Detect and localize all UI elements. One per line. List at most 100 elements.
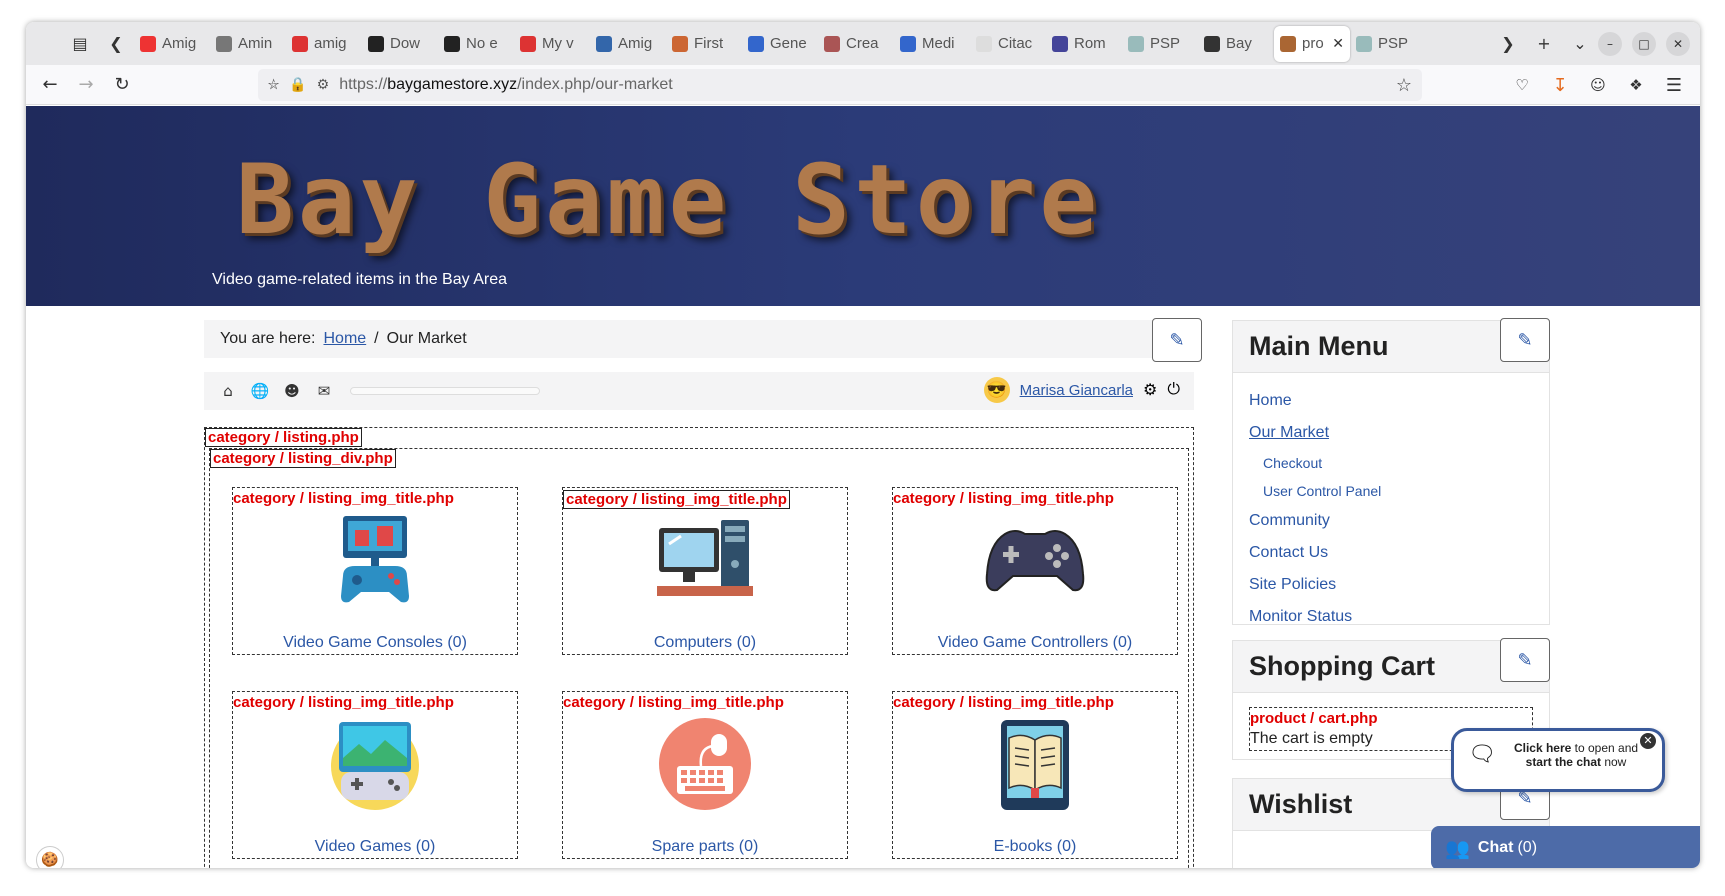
tab-close-icon[interactable]: ✕ bbox=[1332, 35, 1344, 52]
menu-item-community[interactable]: Community bbox=[1249, 505, 1533, 537]
maximize-icon[interactable]: □ bbox=[1632, 31, 1656, 56]
menu-item-monitor-status[interactable]: Monitor Status bbox=[1249, 601, 1533, 633]
browser-tab-active[interactable]: pro ✕ bbox=[1274, 25, 1350, 62]
browser-tab[interactable]: First bbox=[666, 26, 742, 62]
user-name-link[interactable]: Marisa Giancarla bbox=[1020, 382, 1133, 399]
scroll-tabs-right-icon[interactable]: ❯ bbox=[1490, 26, 1526, 62]
settings-gear-icon[interactable]: ⚙ bbox=[1143, 380, 1157, 400]
chat-bubble-icon: 🗨 bbox=[1468, 741, 1496, 766]
profile-avatar-icon[interactable]: ☺ bbox=[1580, 67, 1616, 103]
breadcrumb-separator: / bbox=[374, 330, 379, 347]
tab-favicon-icon bbox=[1280, 35, 1296, 52]
handheld-game-icon[interactable] bbox=[325, 718, 425, 810]
menu-item-checkout[interactable]: Checkout bbox=[1249, 449, 1533, 477]
browser-tab[interactable]: amig bbox=[286, 26, 362, 62]
category-title-link[interactable]: E-books (0) bbox=[893, 838, 1177, 856]
menu-item-contact-us[interactable]: Contact Us bbox=[1249, 537, 1533, 569]
downloads-icon[interactable]: ↧ bbox=[1542, 67, 1578, 103]
url-text[interactable]: https://baygamestore.xyz/index.php/our-m… bbox=[339, 76, 673, 94]
browser-tab[interactable]: Bay bbox=[1198, 26, 1274, 62]
menu-item-our-market[interactable]: Our Market bbox=[1249, 417, 1533, 449]
tab-bar: ▤ ❮ Amig Amin amig Dow No e My v Amig First Gene… bbox=[26, 22, 1700, 65]
chat-bubble-line1: Click here to open and bbox=[1513, 741, 1639, 755]
debug-label-card: category / listing_img_title.php bbox=[893, 694, 1114, 711]
category-title-link[interactable]: Video Games (0) bbox=[233, 838, 517, 856]
category-title-link[interactable]: Video Game Consoles (0) bbox=[233, 634, 517, 652]
chat-bubble-close-icon[interactable]: ✕ bbox=[1640, 733, 1656, 749]
user-avatar[interactable]: 😎 bbox=[983, 377, 1010, 403]
console-icon[interactable] bbox=[325, 514, 425, 606]
cookie-settings-icon[interactable]: 🍪 bbox=[36, 846, 64, 868]
category-card[interactable]: category / listing_img_title.php Video G… bbox=[232, 691, 518, 859]
category-card[interactable]: category / listing_img_title.php Spare p… bbox=[562, 691, 848, 859]
mail-icon[interactable]: ✉ bbox=[308, 382, 340, 400]
edit-icon: ✎ bbox=[1517, 329, 1533, 351]
lock-icon[interactable]: 🔒 bbox=[289, 77, 306, 93]
power-logout-icon[interactable]: ⏻ bbox=[1167, 381, 1180, 399]
chat-invite-bubble[interactable]: 🗨 Click here to open and start the chat … bbox=[1451, 728, 1665, 792]
browser-tab[interactable]: PSP bbox=[1350, 26, 1426, 62]
browser-tab[interactable]: Medi bbox=[894, 26, 970, 62]
tab-label: PSP bbox=[1378, 35, 1409, 52]
chat-bar[interactable]: 👥 Chat (0) bbox=[1431, 826, 1700, 868]
list-tabs-icon[interactable]: ⌄ bbox=[1562, 26, 1598, 62]
user-icon[interactable]: ☻ bbox=[276, 382, 308, 400]
menu-hamburger-icon[interactable]: ☰ bbox=[1656, 67, 1692, 103]
home-icon[interactable]: ⌂ bbox=[212, 382, 244, 400]
breadcrumb-current: Our Market bbox=[386, 330, 467, 347]
tab-label: My v bbox=[542, 35, 574, 52]
main-menu-edit-button[interactable]: ✎ bbox=[1500, 318, 1550, 362]
browser-tab[interactable]: Amig bbox=[134, 26, 210, 62]
back-icon[interactable]: ← bbox=[32, 67, 68, 103]
browser-tab[interactable]: Dow bbox=[362, 26, 438, 62]
menu-item-home[interactable]: Home bbox=[1249, 385, 1533, 417]
scroll-tabs-left-icon[interactable]: ❮ bbox=[98, 26, 134, 62]
debug-label-card: category / listing_img_title.php bbox=[233, 490, 454, 507]
pocket-icon[interactable]: ♡ bbox=[1504, 67, 1540, 103]
extensions-icon[interactable]: ❖ bbox=[1618, 67, 1654, 103]
menu-item-site-policies[interactable]: Site Policies bbox=[1249, 569, 1533, 601]
site-logo[interactable]: Bay Game Store bbox=[236, 144, 1101, 256]
browser-tab[interactable]: Rom bbox=[1046, 26, 1122, 62]
browser-tab[interactable]: PSP bbox=[1122, 26, 1198, 62]
menu-item-user-control-panel[interactable]: User Control Panel bbox=[1249, 477, 1533, 505]
globe-icon[interactable]: 🌐 bbox=[244, 382, 276, 400]
category-title-link[interactable]: Video Game Controllers (0) bbox=[893, 634, 1177, 652]
minimize-icon[interactable]: – bbox=[1598, 31, 1622, 56]
forward-icon[interactable]: → bbox=[68, 67, 104, 103]
permissions-icon[interactable]: ⚙ bbox=[317, 77, 330, 93]
tab-favicon-icon bbox=[444, 35, 460, 52]
browser-tab[interactable]: Gene bbox=[742, 26, 818, 62]
site-header: Bay Game Store Video game-related items … bbox=[26, 106, 1700, 306]
browser-tab[interactable]: My v bbox=[514, 26, 590, 62]
breadcrumb-edit-button[interactable]: ✎ bbox=[1152, 318, 1202, 362]
browser-tab[interactable]: No e bbox=[438, 26, 514, 62]
reload-icon[interactable]: ↻ bbox=[104, 67, 140, 103]
tab-label: Bay bbox=[1226, 35, 1252, 52]
url-bar[interactable]: ⛦ 🔒 ⚙ https://baygamestore.xyz/index.php… bbox=[258, 69, 1422, 101]
browser-tab[interactable]: Citac bbox=[970, 26, 1046, 62]
gamepad-icon[interactable] bbox=[985, 514, 1085, 606]
browser-tab[interactable]: Crea bbox=[818, 26, 894, 62]
category-title-link[interactable]: Spare parts (0) bbox=[563, 838, 847, 856]
browser-tab[interactable]: Amin bbox=[210, 26, 286, 62]
site-tagline: Video game-related items in the Bay Area bbox=[212, 271, 507, 288]
keyboard-mouse-icon[interactable] bbox=[655, 718, 755, 810]
cart-edit-button[interactable]: ✎ bbox=[1500, 638, 1550, 682]
bookmark-star-icon[interactable]: ☆ bbox=[1396, 75, 1412, 96]
new-tab-icon[interactable]: + bbox=[1526, 26, 1562, 62]
computer-icon[interactable] bbox=[655, 514, 755, 606]
category-card[interactable]: category / listing_img_title.php Video G… bbox=[232, 487, 518, 655]
category-card[interactable]: category / listing_img_title.php Compute… bbox=[562, 487, 848, 655]
breadcrumb-home-link[interactable]: Home bbox=[323, 330, 366, 348]
tab-favicon-icon bbox=[140, 35, 156, 52]
category-card[interactable]: category / listing_img_title.php Video G… bbox=[892, 487, 1178, 655]
ebook-icon[interactable] bbox=[985, 718, 1085, 810]
close-window-icon[interactable]: ✕ bbox=[1666, 31, 1690, 56]
browser-tab[interactable]: Amig bbox=[590, 26, 666, 62]
category-card[interactable]: category / listing_img_title.php E-books… bbox=[892, 691, 1178, 859]
tab-overview-icon[interactable]: ▤ bbox=[62, 26, 98, 62]
tab-label: Citac bbox=[998, 35, 1033, 52]
shield-icon[interactable]: ⛦ bbox=[268, 77, 279, 93]
category-title-link[interactable]: Computers (0) bbox=[563, 634, 847, 652]
